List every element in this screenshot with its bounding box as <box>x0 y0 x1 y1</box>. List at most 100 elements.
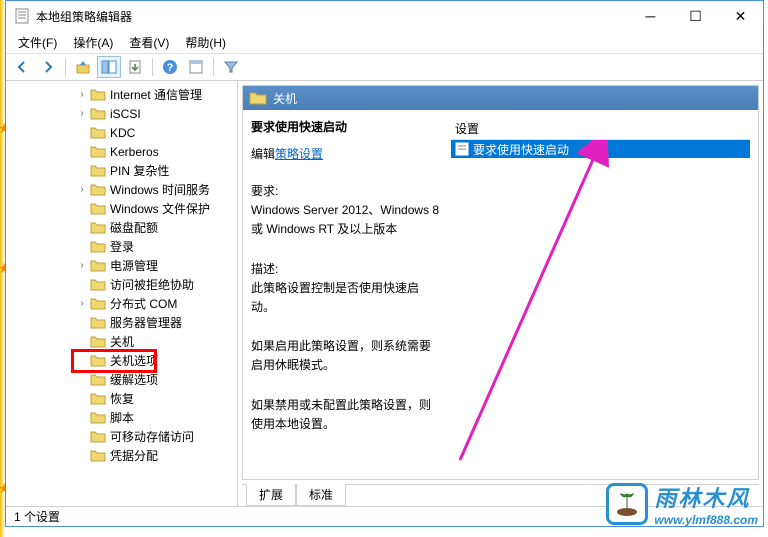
tree-item-9[interactable]: ›电源管理 <box>6 256 237 275</box>
folder-icon <box>90 297 106 311</box>
tree-item-3[interactable]: Kerberos <box>6 142 237 161</box>
folder-icon <box>90 240 106 254</box>
edit-prefix: 编辑 <box>251 147 275 161</box>
folder-icon <box>90 392 106 406</box>
folder-icon <box>90 354 106 368</box>
folder-icon <box>90 316 106 330</box>
tree-item-label: 凭据分配 <box>110 447 158 464</box>
description-para1: 如果启用此策略设置，则系统需要启用休眠模式。 <box>251 337 441 375</box>
forward-button[interactable] <box>36 56 60 78</box>
up-button[interactable] <box>71 56 95 78</box>
help-button[interactable]: ? <box>158 56 182 78</box>
folder-icon <box>90 411 106 425</box>
folder-icon <box>90 373 106 387</box>
expand-icon[interactable]: › <box>76 260 88 271</box>
tree-item-label: Internet 通信管理 <box>110 86 202 103</box>
tree-item-label: Windows 文件保护 <box>110 200 210 217</box>
titlebar: 本地组策略编辑器 ─ ☐ ✕ <box>6 1 763 31</box>
requirements-label: 要求: <box>251 182 441 201</box>
requirements-text: Windows Server 2012、Windows 8 或 Windows … <box>251 201 441 239</box>
toolbar: ? <box>6 53 763 81</box>
tree-item-8[interactable]: 登录 <box>6 237 237 256</box>
menu-help[interactable]: 帮助(H) <box>177 32 234 53</box>
description-para2: 如果禁用或未配置此策略设置，则使用本地设置。 <box>251 396 441 434</box>
expand-icon[interactable]: › <box>76 298 88 309</box>
tree-item-7[interactable]: 磁盘配额 <box>6 218 237 237</box>
tree-item-14[interactable]: 关机选项 <box>6 351 237 370</box>
minimize-button[interactable]: ─ <box>628 2 673 30</box>
detail-panel: 关机 要求使用快速启动 编辑策略设置 要求: Windows Server 20… <box>242 85 759 480</box>
setting-item-label: 要求使用快速启动 <box>473 141 569 158</box>
tree-item-label: Kerberos <box>110 145 159 159</box>
tree-item-label: 关机选项 <box>110 352 158 369</box>
folder-icon <box>90 145 106 159</box>
maximize-button[interactable]: ☐ <box>673 2 718 30</box>
tree-item-12[interactable]: 服务器管理器 <box>6 313 237 332</box>
folder-icon <box>249 90 267 106</box>
close-button[interactable]: ✕ <box>718 2 763 30</box>
expand-icon[interactable]: › <box>76 108 88 119</box>
folder-icon <box>90 449 106 463</box>
tree-item-13[interactable]: 关机 <box>6 332 237 351</box>
tree-item-label: 脚本 <box>110 409 134 426</box>
tree-item-label: 登录 <box>110 238 134 255</box>
watermark: 雨林木风 www.ylmf888.com <box>606 481 758 527</box>
tree-panel[interactable]: › Internet 通信管理 › iSCSI KDC Kerberos PIN 复杂性 › W… <box>6 81 238 506</box>
tree-item-5[interactable]: › Windows 时间服务 <box>6 180 237 199</box>
expand-icon[interactable]: › <box>76 184 88 195</box>
export-button[interactable] <box>123 56 147 78</box>
tree-item-label: iSCSI <box>110 107 141 121</box>
tree-item-label: 关机 <box>110 333 134 350</box>
tree-item-0[interactable]: › Internet 通信管理 <box>6 85 237 104</box>
tree-item-16[interactable]: 恢复 <box>6 389 237 408</box>
back-button[interactable] <box>10 56 34 78</box>
policy-settings-link[interactable]: 策略设置 <box>275 147 323 161</box>
settings-list: 设置 要求使用快速启动 <box>451 118 750 471</box>
policy-title: 要求使用快速启动 <box>251 118 441 135</box>
filter-button[interactable] <box>219 56 243 78</box>
svg-text:?: ? <box>167 62 174 74</box>
detail-header-text: 关机 <box>273 90 297 107</box>
watermark-title: 雨林木风 <box>654 481 758 513</box>
tree-item-11[interactable]: ›分布式 COM <box>6 294 237 313</box>
tree-item-19[interactable]: 凭据分配 <box>6 446 237 465</box>
setting-item-fast-startup[interactable]: 要求使用快速启动 <box>451 140 750 158</box>
description-text: 此策略设置控制是否使用快速启动。 <box>251 279 441 317</box>
status-text: 1 个设置 <box>14 508 60 525</box>
tree-item-label: 服务器管理器 <box>110 314 182 331</box>
folder-icon <box>90 164 106 178</box>
folder-icon <box>90 278 106 292</box>
tree-item-label: 恢复 <box>110 390 134 407</box>
folder-icon <box>90 430 106 444</box>
menubar: 文件(F) 操作(A) 查看(V) 帮助(H) <box>6 31 763 53</box>
show-hide-tree-button[interactable] <box>97 56 121 78</box>
tab-standard[interactable]: 标准 <box>296 484 346 506</box>
tab-extended[interactable]: 扩展 <box>246 484 296 506</box>
detail-header: 关机 <box>243 86 758 110</box>
tree-item-17[interactable]: 脚本 <box>6 408 237 427</box>
policy-icon <box>455 142 469 156</box>
tree-item-4[interactable]: PIN 复杂性 <box>6 161 237 180</box>
menu-view[interactable]: 查看(V) <box>121 32 177 53</box>
tree-item-label: 访问被拒绝协助 <box>110 276 194 293</box>
menu-file[interactable]: 文件(F) <box>10 32 65 53</box>
app-icon <box>14 8 30 24</box>
tree-item-label: Windows 时间服务 <box>110 181 210 198</box>
folder-icon <box>90 259 106 273</box>
tree-item-label: 可移动存储访问 <box>110 428 194 445</box>
tree-item-10[interactable]: 访问被拒绝协助 <box>6 275 237 294</box>
tree-item-18[interactable]: 可移动存储访问 <box>6 427 237 446</box>
watermark-url: www.ylmf888.com <box>654 513 758 527</box>
detail-description-pane: 要求使用快速启动 编辑策略设置 要求: Windows Server 2012、… <box>251 118 451 471</box>
tree-item-1[interactable]: › iSCSI <box>6 104 237 123</box>
description-label: 描述: <box>251 260 441 279</box>
properties-button[interactable] <box>184 56 208 78</box>
tree-item-6[interactable]: Windows 文件保护 <box>6 199 237 218</box>
column-header-setting[interactable]: 设置 <box>451 118 750 140</box>
watermark-logo <box>606 483 648 525</box>
folder-icon <box>90 88 106 102</box>
tree-item-2[interactable]: KDC <box>6 123 237 142</box>
menu-action[interactable]: 操作(A) <box>65 32 121 53</box>
tree-item-15[interactable]: 缓解选项 <box>6 370 237 389</box>
expand-icon[interactable]: › <box>76 89 88 100</box>
